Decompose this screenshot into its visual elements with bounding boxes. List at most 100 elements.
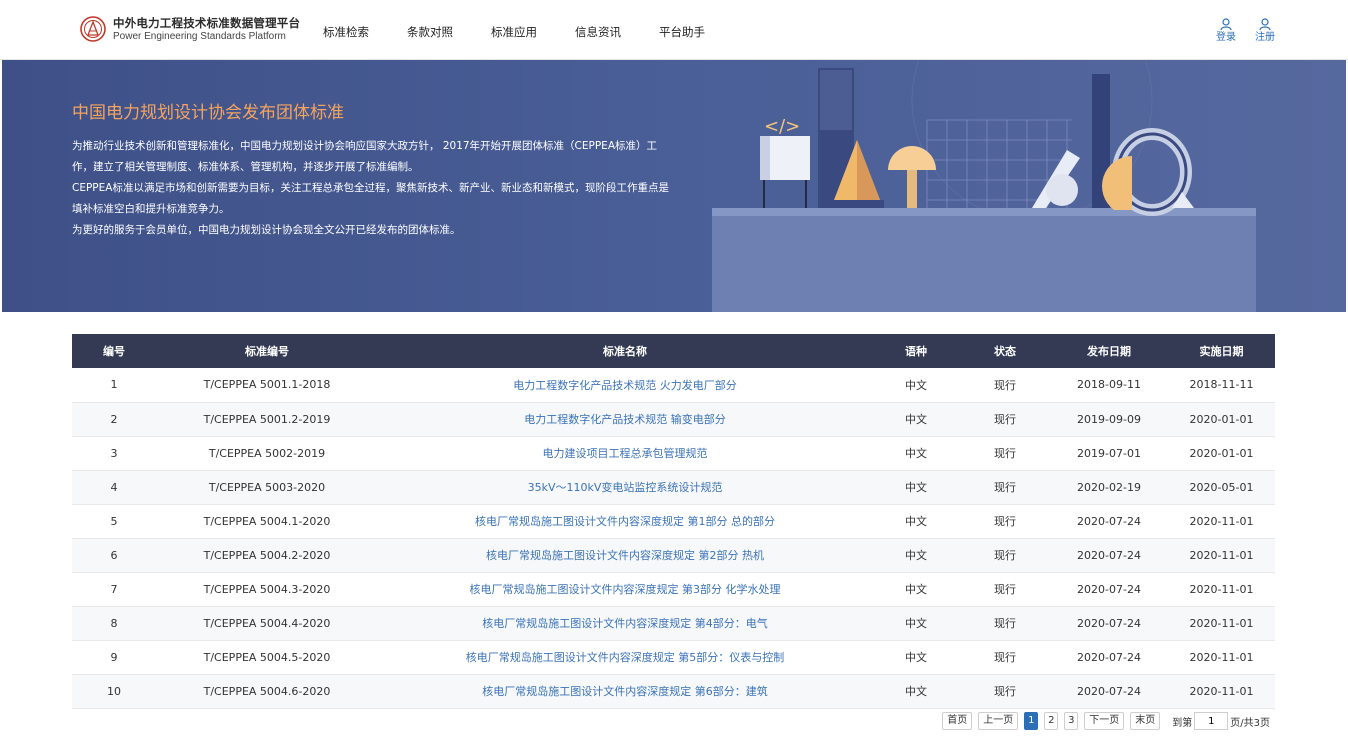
- table-row: 7 T/CEPPEA 5004.3-2020 核电厂常规岛施工图设计文件内容深度规定…: [72, 572, 1275, 606]
- cell-name[interactable]: 电力建设项目工程总承包管理规范: [378, 436, 872, 470]
- table-row: 2 T/CEPPEA 5001.2-2019 电力工程数字化产品技术规范 输变电部分…: [72, 402, 1275, 436]
- cell-index: 6: [110, 548, 118, 562]
- cell-status: 现行: [994, 685, 1016, 698]
- brand-title-cn: 中外电力工程技术标准数据管理平台: [113, 16, 301, 30]
- col-header-code: 标准编号: [245, 345, 289, 358]
- cell-name[interactable]: 核电厂常规岛施工图设计文件内容深度规定 第4部分：电气: [378, 606, 872, 640]
- total-pages-label: 页/共3页: [1230, 717, 1270, 729]
- cell-index: 1: [110, 378, 118, 392]
- cell-code: T/CEPPEA 5004.3-2020: [203, 582, 331, 596]
- cell-language: 中文: [905, 515, 927, 528]
- cell-name[interactable]: 核电厂常规岛施工图设计文件内容深度规定 第2部分 热机: [378, 538, 872, 572]
- main-nav: 标准检索 条款对照 标准应用 信息资讯 平台助手: [323, 24, 743, 40]
- banner-paragraph: 为推动行业技术创新和管理标准化，中国电力规划设计协会响应国家大政方针， 2017…: [72, 140, 658, 173]
- hero-banner: 中国电力规划设计协会发布团体标准 为推动行业技术创新和管理标准化，中国电力规划设…: [2, 60, 1346, 312]
- table-row: 10 T/CEPPEA 5004.6-2020 核电厂常规岛施工图设计文件内容深度规…: [72, 674, 1275, 708]
- page-number[interactable]: 3: [1064, 712, 1079, 730]
- col-header-publish-date: 发布日期: [1087, 345, 1131, 358]
- svg-text:</>: </>: [764, 116, 800, 137]
- cell-effective-date: 2020-01-01: [1189, 412, 1254, 426]
- register-label: 注册: [1255, 32, 1275, 43]
- cell-publish-date: 2020-07-24: [1077, 650, 1141, 664]
- cell-language: 中文: [905, 685, 927, 698]
- banner-title: 中国电力规划设计协会发布团体标准: [72, 103, 344, 123]
- cell-status: 现行: [994, 413, 1016, 426]
- page-number[interactable]: 1: [1024, 712, 1039, 730]
- col-header-index: 编号: [103, 345, 125, 358]
- cell-effective-date: 2020-11-01: [1189, 650, 1254, 664]
- next-page-button[interactable]: 下一页: [1084, 712, 1125, 730]
- cell-index: 7: [110, 582, 118, 596]
- cell-effective-date: 2020-11-01: [1189, 548, 1254, 562]
- cell-status: 现行: [994, 549, 1016, 562]
- pagination: 首页 上一页 1 2 3 下一页 末页 到第 页/共3页: [936, 712, 1270, 730]
- cell-name[interactable]: 核电厂常规岛施工图设计文件内容深度规定 第5部分：仪表与控制: [378, 640, 872, 674]
- page-number[interactable]: 2: [1044, 712, 1059, 730]
- logo-icon[interactable]: [80, 16, 106, 42]
- cell-code: T/CEPPEA 5003-2020: [208, 480, 326, 494]
- col-header-status: 状态: [994, 345, 1016, 358]
- cell-publish-date: 2019-07-01: [1077, 446, 1141, 460]
- col-header-name: 标准名称: [603, 345, 647, 358]
- cell-language: 中文: [905, 617, 927, 630]
- cell-name[interactable]: 35kV～110kV变电站监控系统设计规范: [378, 470, 872, 504]
- cell-code: T/CEPPEA 5001.2-2019: [203, 412, 331, 426]
- nav-assistant[interactable]: 平台助手: [659, 24, 705, 40]
- goto-label: 到第: [1172, 717, 1193, 729]
- cell-name[interactable]: 核电厂常规岛施工图设计文件内容深度规定 第3部分 化学水处理: [378, 572, 872, 606]
- cell-name[interactable]: 核电厂常规岛施工图设计文件内容深度规定 第1部分 总的部分: [378, 504, 872, 538]
- cell-index: 8: [110, 616, 118, 630]
- cell-effective-date: 2020-05-01: [1189, 480, 1254, 494]
- cell-language: 中文: [905, 378, 927, 392]
- cell-language: 中文: [905, 583, 927, 596]
- cell-code: T/CEPPEA 5004.2-2020: [203, 548, 331, 562]
- cell-effective-date: 2018-11-11: [1189, 378, 1254, 392]
- cell-code: T/CEPPEA 5004.5-2020: [203, 650, 331, 664]
- cell-code: T/CEPPEA 5004.6-2020: [203, 684, 331, 698]
- col-header-effective-date: 实施日期: [1199, 345, 1244, 358]
- cell-effective-date: 2020-01-01: [1189, 446, 1254, 460]
- last-page-button[interactable]: 末页: [1130, 712, 1161, 730]
- brand[interactable]: 中外电力工程技术标准数据管理平台 Power Engineering Stand…: [113, 17, 300, 43]
- nav-clause-compare[interactable]: 条款对照: [407, 24, 453, 40]
- cell-publish-date: 2020-07-24: [1077, 582, 1141, 596]
- cell-effective-date: 2020-11-01: [1189, 684, 1254, 698]
- nav-standard-search[interactable]: 标准检索: [323, 24, 369, 40]
- cell-status: 现行: [994, 447, 1016, 460]
- cell-status: 现行: [994, 378, 1016, 392]
- table-row: 4 T/CEPPEA 5003-2020 35kV～110kV变电站监控系统设计规范…: [72, 470, 1275, 504]
- cell-status: 现行: [994, 515, 1016, 528]
- standards-table: 编号 标准编号 标准名称 语种 状态 发布日期 实施日期 1 T/CEPPEA 5…: [72, 334, 1275, 709]
- first-page-button[interactable]: 首页: [942, 712, 973, 730]
- nav-news[interactable]: 信息资讯: [575, 24, 621, 40]
- login-label: 登录: [1216, 32, 1236, 43]
- cell-index: 10: [107, 684, 121, 698]
- table-row: 8 T/CEPPEA 5004.4-2020 核电厂常规岛施工图设计文件内容深度规定…: [72, 606, 1275, 640]
- login-button[interactable]: 登录: [1214, 18, 1238, 44]
- table-row: 3 T/CEPPEA 5002-2019 电力建设项目工程总承包管理规范 中文 现行 20…: [72, 436, 1275, 470]
- cell-language: 中文: [905, 481, 927, 494]
- table-row: 1 T/CEPPEA 5001.1-2018 电力工程数字化产品技术规范 火力发电厂…: [72, 368, 1275, 402]
- cell-status: 现行: [994, 651, 1016, 664]
- table-row: 5 T/CEPPEA 5004.1-2020 核电厂常规岛施工图设计文件内容深度规定…: [72, 504, 1275, 538]
- cell-publish-date: 2018-09-11: [1077, 378, 1141, 392]
- cell-code: T/CEPPEA 5004.1-2020: [203, 514, 331, 528]
- cell-publish-date: 2020-07-24: [1077, 514, 1141, 528]
- cell-name[interactable]: 电力工程数字化产品技术规范 火力发电厂部分: [378, 368, 872, 402]
- prev-page-button[interactable]: 上一页: [978, 712, 1019, 730]
- cell-status: 现行: [994, 583, 1016, 596]
- cell-index: 5: [110, 514, 118, 528]
- goto-page-input[interactable]: [1194, 712, 1229, 730]
- cell-index: 2: [110, 412, 118, 426]
- cell-index: 4: [110, 480, 118, 494]
- banner-description: 为推动行业技术创新和管理标准化，中国电力规划设计协会响应国家大政方针， 2017…: [72, 136, 672, 241]
- col-header-language: 语种: [905, 345, 927, 358]
- cell-name[interactable]: 电力工程数字化产品技术规范 输变电部分: [378, 402, 872, 436]
- cell-index: 9: [110, 650, 118, 664]
- cell-effective-date: 2020-11-01: [1189, 514, 1254, 528]
- register-button[interactable]: 注册: [1253, 18, 1277, 44]
- cell-name[interactable]: 核电厂常规岛施工图设计文件内容深度规定 第6部分：建筑: [378, 674, 872, 708]
- nav-standard-application[interactable]: 标准应用: [491, 24, 537, 40]
- table-body: 1 T/CEPPEA 5001.1-2018 电力工程数字化产品技术规范 火力发电厂…: [72, 368, 1275, 708]
- table-row: 6 T/CEPPEA 5004.2-2020 核电厂常规岛施工图设计文件内容深度规定…: [72, 538, 1275, 572]
